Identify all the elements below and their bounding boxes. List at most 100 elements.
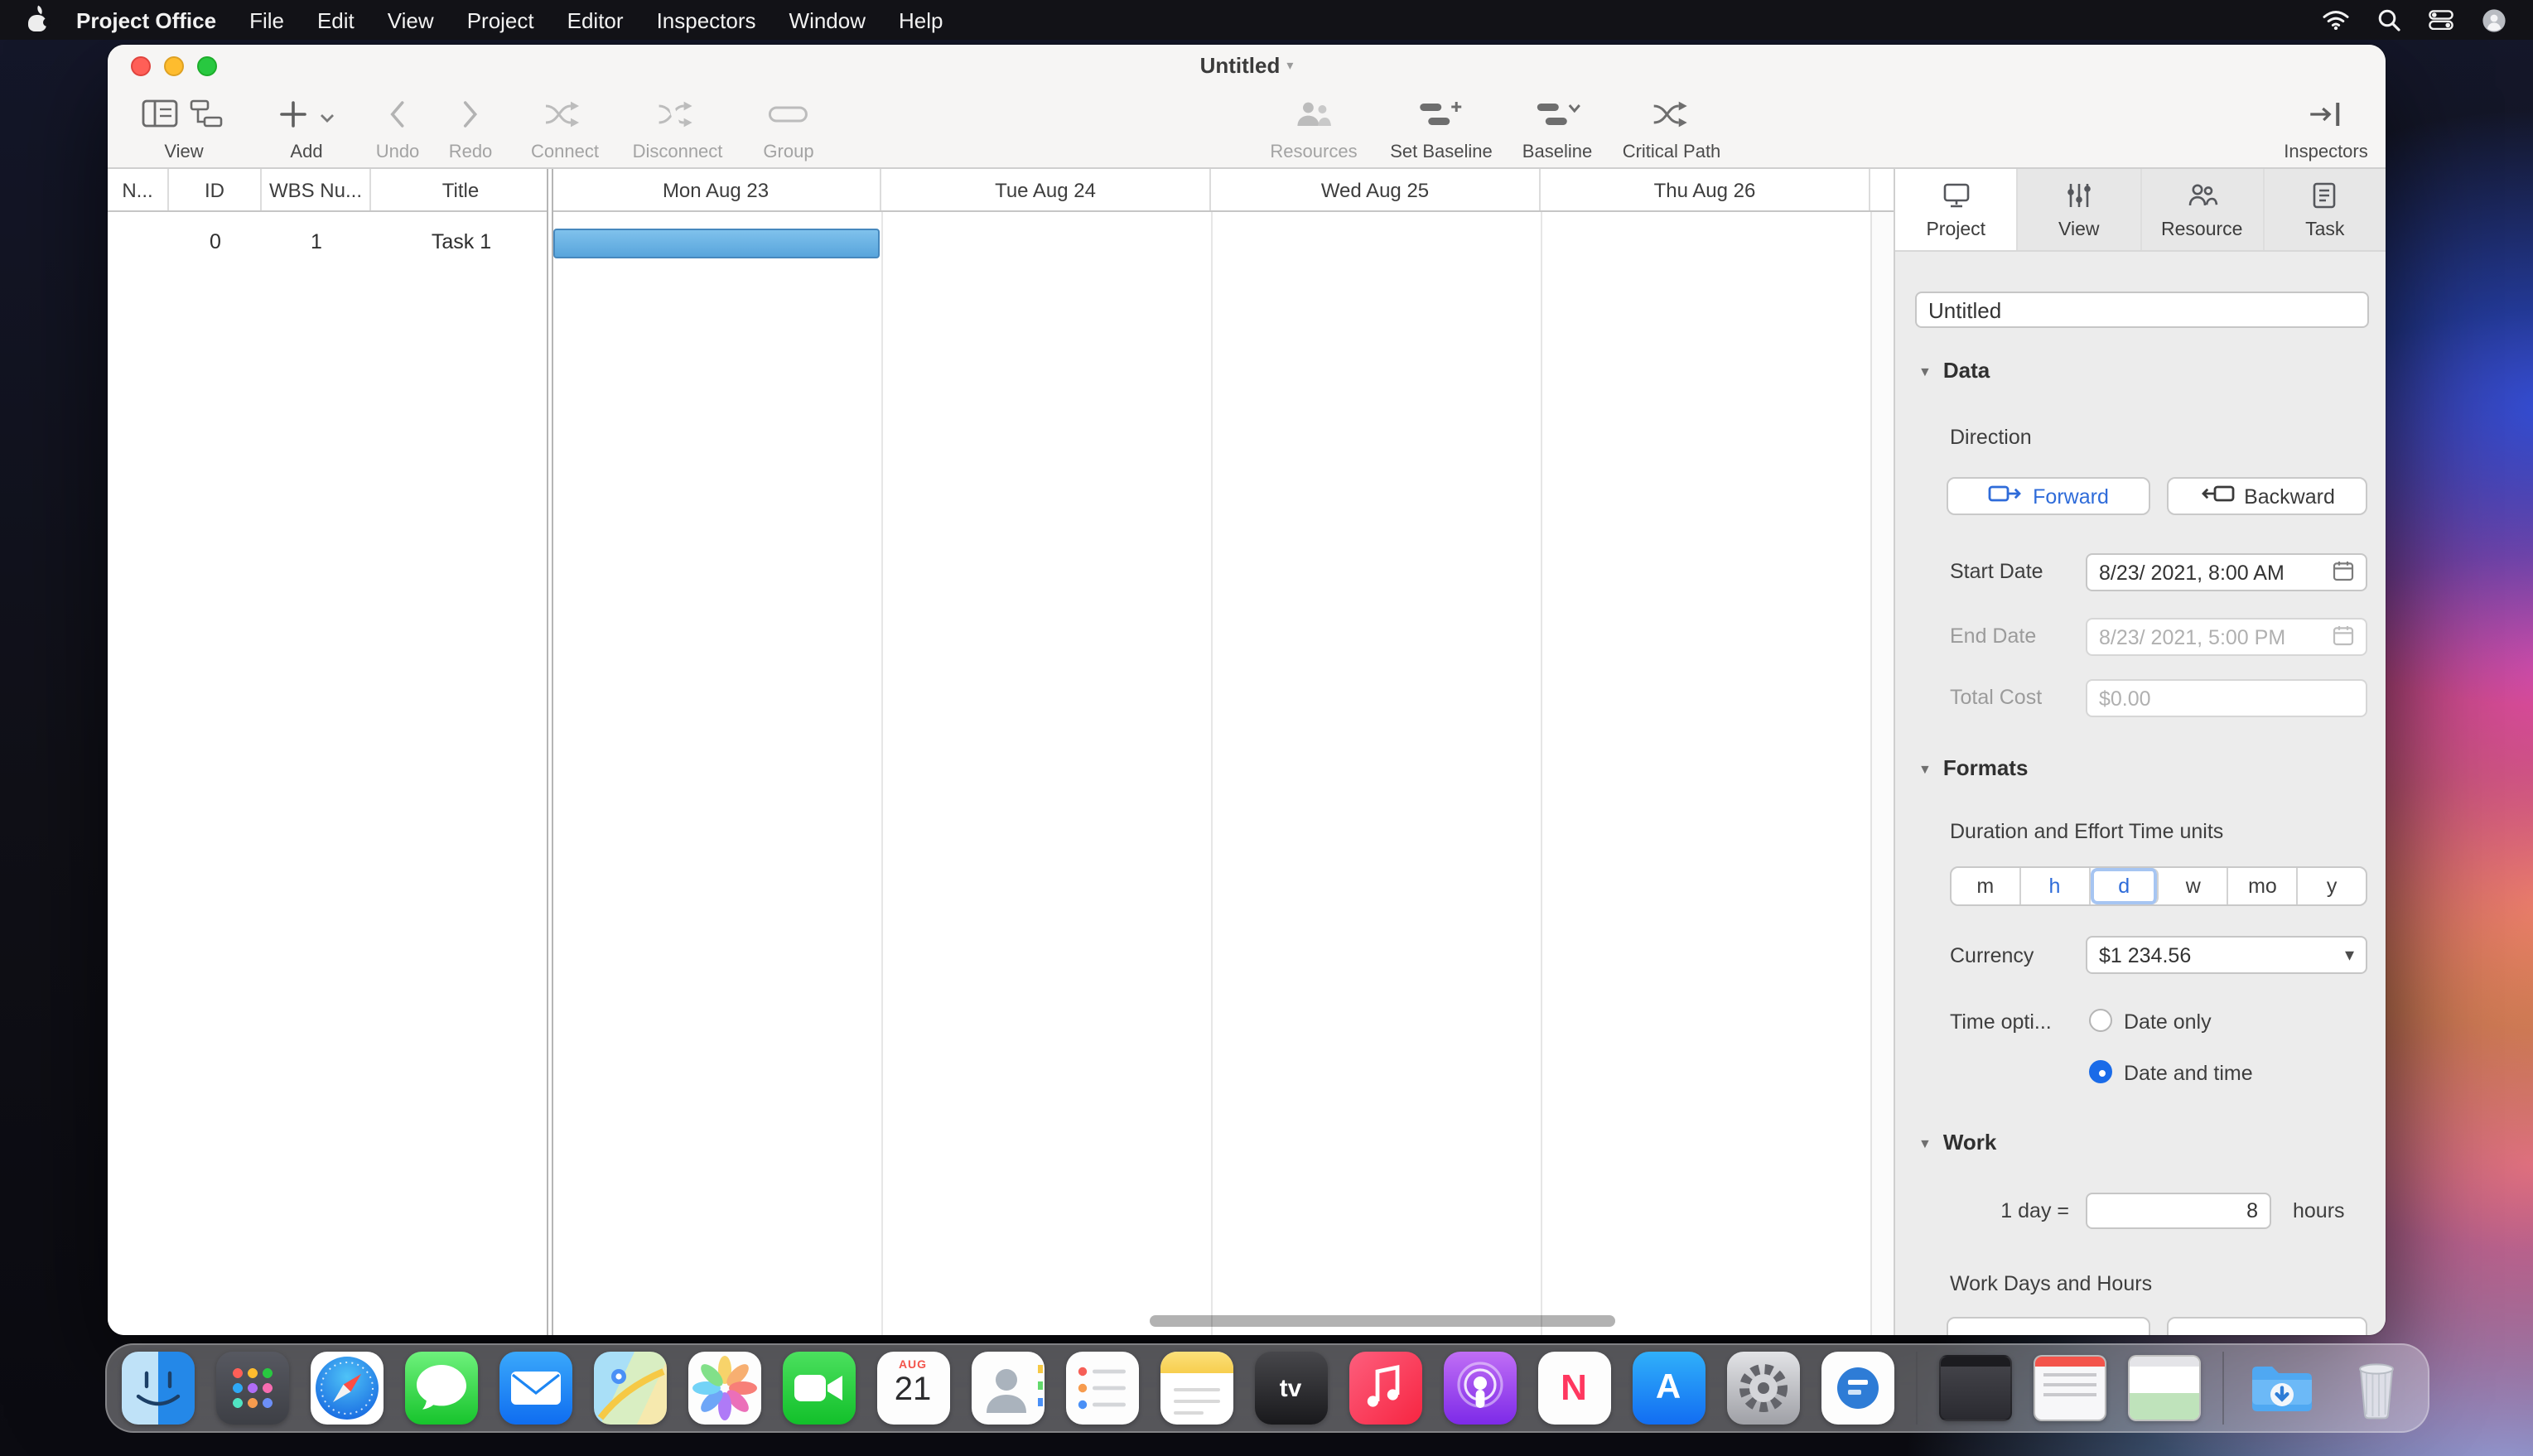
dock-facetime-icon[interactable] — [782, 1352, 855, 1425]
unit-d-segment[interactable]: d — [2090, 868, 2159, 904]
toolbar-baseline[interactable]: Baseline — [1522, 96, 1592, 162]
toolbar-inspectors[interactable]: Inspectors — [2284, 96, 2368, 162]
unit-mo-segment[interactable]: mo — [2229, 868, 2299, 904]
column-header-id[interactable]: ID — [169, 169, 262, 210]
forward-button[interactable]: Forward — [1947, 477, 2150, 515]
toolbar-undo[interactable]: Undo — [376, 96, 420, 162]
dock-photos-icon[interactable] — [688, 1352, 760, 1425]
title-bar[interactable]: Untitled ▾ — [108, 45, 2386, 86]
dock-downloads-icon[interactable] — [2245, 1352, 2318, 1425]
dock-music-icon[interactable] — [1349, 1352, 1421, 1425]
dock-calendar-icon[interactable]: AUG 21 — [876, 1352, 949, 1425]
dock-mail-icon[interactable] — [499, 1352, 572, 1425]
toolbar-view[interactable]: View — [142, 96, 226, 162]
dock-news-icon[interactable]: N — [1537, 1352, 1610, 1425]
dock-minimized-window-2[interactable] — [2033, 1355, 2106, 1421]
title-chevron-icon[interactable]: ▾ — [1286, 58, 1293, 73]
row-cell-title[interactable]: Task 1 — [371, 212, 552, 272]
add-plus-icon[interactable] — [278, 99, 308, 137]
menu-edit[interactable]: Edit — [301, 7, 371, 32]
end-date-field: 8/23/ 2021, 5:00 PM — [2086, 618, 2367, 656]
unit-w-segment[interactable]: w — [2159, 868, 2229, 904]
menu-editor[interactable]: Editor — [551, 7, 640, 32]
currency-value: $1 234.56 — [2099, 943, 2191, 967]
user-account-icon[interactable] — [2482, 7, 2506, 32]
toolbar-disconnect[interactable]: Disconnect — [633, 96, 723, 162]
tab-project[interactable]: Project — [1895, 169, 2019, 250]
toolbar-add[interactable]: Add — [278, 96, 335, 162]
work-days-control-partial[interactable] — [1947, 1317, 2150, 1335]
date-only-radio[interactable] — [2089, 1009, 2112, 1032]
search-icon[interactable] — [2377, 8, 2400, 31]
dock-finder-icon[interactable] — [121, 1352, 194, 1425]
menu-window[interactable]: Window — [773, 7, 883, 32]
menu-app-name[interactable]: Project Office — [60, 7, 233, 32]
dock-project-office-icon[interactable] — [1821, 1352, 1894, 1425]
table-gantt-splitter[interactable] — [547, 169, 553, 1335]
view-outline-icon[interactable] — [190, 99, 226, 136]
work-hours-control-partial[interactable] — [2167, 1317, 2367, 1335]
dock-launchpad-icon[interactable] — [215, 1352, 288, 1425]
data-section-header[interactable]: Data — [1918, 358, 1990, 383]
dock-divider — [1915, 1352, 1917, 1425]
menu-view[interactable]: View — [371, 7, 451, 32]
work-section-header[interactable]: Work — [1918, 1130, 1996, 1155]
dock-app-store-icon[interactable]: A — [1632, 1352, 1705, 1425]
toolbar-disconnect-label: Disconnect — [633, 142, 723, 162]
tab-task[interactable]: Task — [2265, 169, 2386, 250]
toolbar-redo[interactable]: Redo — [449, 96, 493, 162]
dock-divider — [2222, 1352, 2223, 1425]
dock-system-preferences-icon[interactable] — [1726, 1352, 1799, 1425]
view-layout-icon[interactable] — [142, 99, 178, 136]
menu-file[interactable]: File — [233, 7, 301, 32]
vertical-scrollbar-track[interactable] — [1870, 212, 1894, 1335]
menu-project[interactable]: Project — [451, 7, 551, 32]
hours-per-day-field[interactable] — [2086, 1193, 2271, 1229]
dock-minimized-window-1[interactable] — [1938, 1355, 2011, 1421]
dock-podcasts-icon[interactable] — [1443, 1352, 1516, 1425]
calendar-picker-icon[interactable] — [2333, 559, 2354, 586]
dock-reminders-icon[interactable] — [1065, 1352, 1138, 1425]
dock-minimized-window-3[interactable] — [2127, 1355, 2200, 1421]
dock-trash-icon[interactable] — [2339, 1352, 2412, 1425]
unit-h-segment[interactable]: h — [2021, 868, 2091, 904]
dock-notes-icon[interactable] — [1160, 1352, 1233, 1425]
tab-view[interactable]: View — [2019, 169, 2142, 250]
undo-icon[interactable] — [389, 100, 406, 135]
currency-dropdown[interactable]: $1 234.56 — [2086, 936, 2367, 974]
horizontal-scrollbar-thumb[interactable] — [1150, 1315, 1615, 1327]
project-name-field[interactable] — [1915, 292, 2369, 328]
dock-safari-icon[interactable] — [310, 1352, 383, 1425]
unit-y-segment[interactable]: y — [2298, 868, 2366, 904]
backward-button[interactable]: Backward — [2167, 477, 2367, 515]
toolbar-set-baseline[interactable]: Set Baseline — [1390, 96, 1493, 162]
date-and-time-radio[interactable] — [2089, 1060, 2112, 1083]
column-header-n[interactable]: N... — [108, 169, 169, 210]
row-cell-id[interactable]: 0 — [169, 212, 262, 272]
row-cell-wbs[interactable]: 1 — [262, 212, 371, 272]
dock-maps-icon[interactable] — [593, 1352, 666, 1425]
toolbar-group[interactable]: Group — [763, 96, 813, 162]
redo-icon[interactable] — [462, 100, 479, 135]
task-1-gantt-bar[interactable] — [553, 229, 880, 258]
dock-contacts-icon[interactable] — [971, 1352, 1044, 1425]
column-header-wbs[interactable]: WBS Nu... — [262, 169, 371, 210]
start-date-field[interactable]: 8/23/ 2021, 8:00 AM — [2086, 553, 2367, 591]
toolbar-connect[interactable]: Connect — [531, 96, 599, 162]
column-header-title[interactable]: Title — [371, 169, 552, 210]
unit-m-segment[interactable]: m — [1952, 868, 2021, 904]
control-center-icon[interactable] — [2429, 10, 2453, 30]
toolbar-critical-path[interactable]: Critical Path — [1623, 96, 1721, 162]
dock-messages-icon[interactable] — [404, 1352, 477, 1425]
menu-help[interactable]: Help — [882, 7, 960, 32]
toolbar-critical-path-label: Critical Path — [1623, 142, 1721, 162]
tab-resource[interactable]: Resource — [2141, 169, 2265, 250]
formats-section-header[interactable]: Formats — [1918, 755, 2028, 780]
add-chevron-icon[interactable] — [320, 103, 335, 133]
dock-tv-icon[interactable]: tv — [1254, 1352, 1327, 1425]
menu-inspectors[interactable]: Inspectors — [640, 7, 773, 32]
toolbar-resources[interactable]: Resources — [1270, 96, 1357, 162]
apple-menu-icon[interactable] — [27, 7, 50, 33]
wifi-icon[interactable] — [2323, 10, 2349, 30]
tab-view-label: View — [2058, 220, 2099, 240]
